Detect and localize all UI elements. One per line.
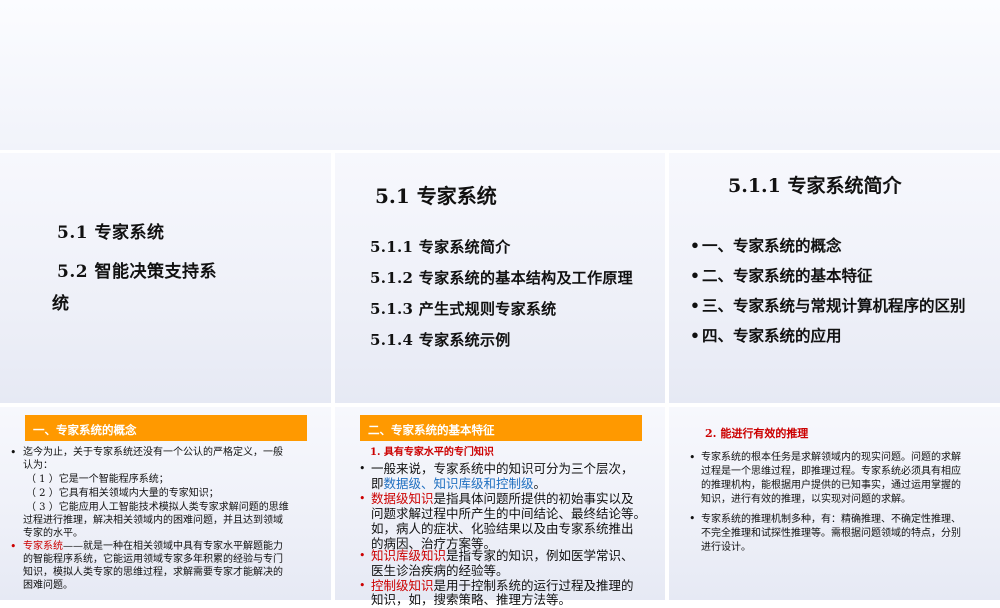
slide5-p3-l2: 医生诊治疾病的经验等。 (371, 563, 509, 578)
slide4-b2-l1-text: ——就是一种在相关领域中具有专家水平解题能力 (63, 541, 283, 552)
slide4-b1-l2: 认为： (23, 460, 53, 471)
slide2-title: 5.1 专家系统 (375, 184, 497, 208)
slide4-sub2: （ 2 ）它具有相关领域内大量的专家知识； (26, 488, 219, 499)
bullet-icon: • (359, 549, 366, 562)
bullet-icon: • (359, 579, 366, 592)
slide4-b2-term: 专家系统 (23, 541, 63, 552)
slide4-b2-l3: 知识，模拟人类专家的思维过程，求解需要专家才能解决的 (23, 567, 283, 578)
slide5-p2-l3: 如，病人的症状、化验结果以及由专家系统推出 (371, 521, 634, 536)
slide5-header-bar: 二、专家系统的基本特征 (360, 415, 642, 441)
slide6-b2-l3: 进行设计。 (701, 542, 751, 553)
slide5-p1-l2a: 即 (371, 476, 384, 491)
slide3-title: 5.1.1 专家系统简介 (728, 175, 902, 197)
slide6-b1-l3: 的推理机构，能根据用户提供的已知事实，通过运用掌握的 (701, 480, 961, 491)
slide2-item-1: 5.1.1 专家系统简介 (370, 238, 511, 256)
slide2-item-3: 5.1.3 产生式规则专家系统 (370, 300, 557, 318)
bullet-icon: • (689, 512, 696, 525)
slide5-p4-l1-text: 是用于控制系统的运行过程及推理的 (433, 578, 634, 593)
slide5-p1-l2b: 数据级、知识库级和控制级 (383, 476, 534, 491)
slide3-item-1-label: 一、专家系统的概念 (702, 236, 842, 255)
slide5-p3-l1-text: 是指专家的知识，例如医学常识、 (446, 548, 634, 563)
slide3-item-4: • 四、专家系统的应用 (690, 324, 842, 346)
slide4-header-bar: 一、专家系统的概念 (25, 415, 307, 441)
bullet-icon: • (690, 236, 700, 255)
slide5-subtitle: 1. 具有专家水平的专门知识 (370, 447, 494, 458)
slide4-header: 一、专家系统的概念 (33, 423, 137, 437)
slide5-p1-l1: 一般来说，专家系统中的知识可分为三个层次， (371, 461, 634, 476)
slide5-p3-term: 知识库级知识 (371, 548, 447, 563)
slide6-b1-l4: 知识，进行有效的推理，以实现对问题的求解。 (701, 494, 911, 505)
slide4-b2-l1: 专家系统——就是一种在相关领域中具有专家水平解题能力 (23, 540, 283, 554)
slide5-p2-l1: 数据级知识是指具体问题所提供的初始事实以及 (371, 491, 634, 507)
slide1-line1: 5.1 专家系统 (57, 223, 165, 243)
slide4-b2-l4: 困难问题。 (23, 580, 73, 591)
bullet-icon: • (10, 540, 17, 553)
slide3-item-2: • 二、专家系统的基本特征 (690, 264, 873, 286)
slide5-p1-l2c: 。 (533, 476, 547, 491)
slide-thumbnail-1[interactable]: 5.1 专家系统 5.2 智能决策支持系 统 (0, 153, 331, 403)
bullet-icon: • (359, 462, 366, 475)
slide4-sub3-l3: 专家的水平。 (23, 528, 83, 539)
bullet-icon: • (359, 492, 366, 505)
slide6-b2-l1: 专家系统的推理机制多种，有：精确推理、不确定性推理、 (701, 514, 961, 525)
slide4-sub1: （ 1 ）它是一个智能程序系统； (26, 474, 169, 485)
slide3-item-1: • 一、专家系统的概念 (690, 234, 842, 256)
slide6-b1-l2: 过程是一个思维过程，即推理过程。专家系统必须具有相应 (701, 466, 961, 477)
slide4-b2-l2: 的智能程序系统，它能运用领域专家多年积累的经验与专门 (23, 554, 283, 565)
top-blank-area (0, 0, 1000, 150)
slide1-line2: 5.2 智能决策支持系 (57, 262, 217, 282)
slide4-sub3-l1: （ 3 ）它能应用人工智能技术模拟人类专家求解问题的思维 (26, 502, 289, 513)
slide5-p2-l2: 问题求解过程中所产生的中间结论、最终结论等。 (371, 506, 647, 521)
slide3-item-3: • 三、专家系统与常规计算机程序的区别 (690, 294, 966, 316)
slide6-b1-l1: 专家系统的根本任务是求解领域内的现实问题。问题的求解 (701, 452, 961, 463)
bullet-icon: • (10, 446, 17, 459)
bullet-icon: • (689, 451, 696, 464)
slide3-item-2-label: 二、专家系统的基本特征 (702, 266, 873, 285)
slide5-header: 二、专家系统的基本特征 (368, 423, 495, 437)
slide2-item-2: 5.1.2 专家系统的基本结构及工作原理 (370, 269, 633, 287)
bullet-icon: • (690, 266, 700, 285)
slide3-item-4-label: 四、专家系统的应用 (702, 326, 842, 345)
slide4-b1-l1: 迄今为止，关于专家系统还没有一个公认的严格定义，一般 (23, 447, 283, 458)
bullet-icon: • (690, 296, 700, 315)
slide5-p3-l1: 知识库级知识是指专家的知识，例如医学常识、 (371, 548, 634, 564)
slide2-item-4: 5.1.4 专家系统示例 (370, 331, 511, 349)
slide1-line3: 统 (52, 294, 70, 314)
slide5-p1-l2: 即数据级、知识库级和控制级。 (371, 476, 546, 492)
slide3-item-3-label: 三、专家系统与常规计算机程序的区别 (702, 296, 966, 315)
slide5-p2-l1-text: 是指具体问题所提供的初始事实以及 (433, 491, 634, 506)
bullet-icon: • (690, 326, 700, 345)
slide6-b2-l2: 不完全推理和试探性推理等。需根据问题领域的特点，分别 (701, 528, 961, 539)
slide5-p4-term: 控制级知识 (371, 578, 434, 593)
slide4-sub3-l2: 过程进行推理，解决相关领域内的困难问题，并且达到领域 (23, 515, 283, 526)
slide6-subtitle: 2. 能进行有效的推理 (705, 427, 809, 440)
slide5-p2-term: 数据级知识 (371, 491, 434, 506)
